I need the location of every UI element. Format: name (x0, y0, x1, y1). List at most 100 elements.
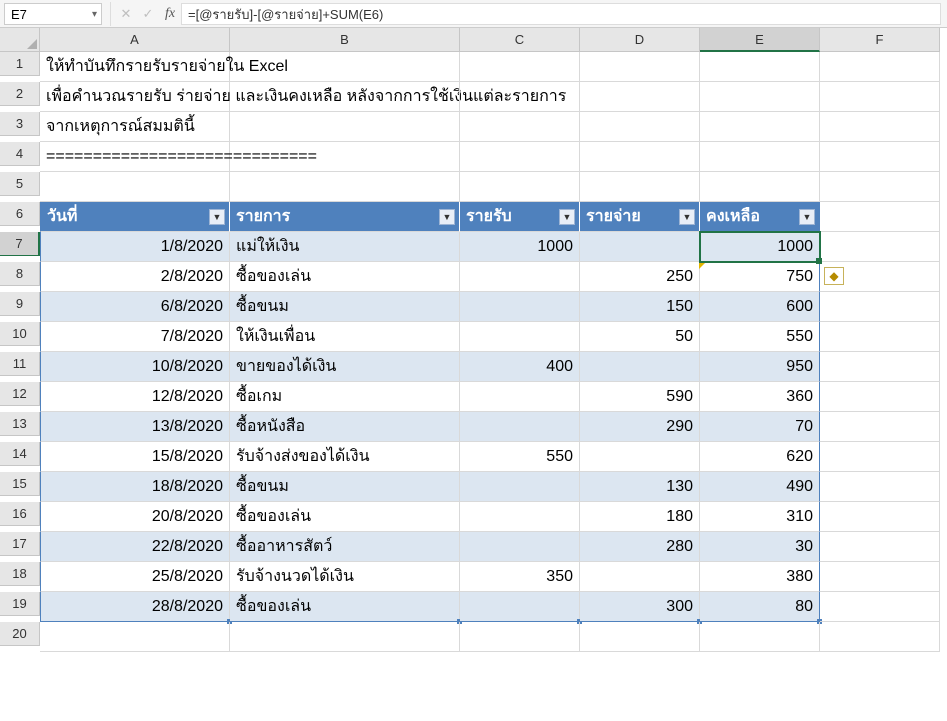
filter-dropdown-icon[interactable]: ▼ (799, 209, 815, 225)
cell-balance[interactable]: 70 (700, 412, 820, 442)
select-all-corner[interactable] (0, 28, 40, 52)
cell[interactable] (820, 352, 940, 382)
cell[interactable] (580, 112, 700, 142)
cell-item[interactable]: ซื้อของเล่น (230, 502, 460, 532)
cell-item[interactable]: ซื้อของเล่น (230, 262, 460, 292)
row-header-9[interactable]: 9 (0, 292, 40, 316)
cell-expense[interactable]: 590 (580, 382, 700, 412)
row-header-1[interactable]: 1 (0, 52, 40, 76)
cell-expense[interactable]: 130 (580, 472, 700, 502)
cell[interactable] (580, 142, 700, 172)
cell[interactable] (230, 52, 460, 82)
cell[interactable] (230, 112, 460, 142)
formula-input[interactable]: =[@รายรับ]-[@รายจ่าย]+SUM(E6) (181, 3, 941, 25)
cell-income[interactable] (460, 292, 580, 322)
cell-date[interactable]: 2/8/2020 (40, 262, 230, 292)
cell[interactable] (700, 142, 820, 172)
cell[interactable]: ให้ทำบันทึกรายรับรายจ่ายใน Excel (40, 52, 230, 82)
row-header-15[interactable]: 15 (0, 472, 40, 496)
cell-date[interactable]: 13/8/2020 (40, 412, 230, 442)
cell-income[interactable]: 400 (460, 352, 580, 382)
cell-expense[interactable]: 250 (580, 262, 700, 292)
cell[interactable] (820, 82, 940, 112)
cell[interactable] (820, 532, 940, 562)
row-header-11[interactable]: 11 (0, 352, 40, 376)
filter-dropdown-icon[interactable]: ▼ (679, 209, 695, 225)
cell[interactable] (460, 142, 580, 172)
cell[interactable] (700, 82, 820, 112)
cell-expense[interactable] (580, 442, 700, 472)
cell-expense[interactable] (580, 232, 700, 262)
cell[interactable] (820, 52, 940, 82)
cell[interactable]: ============================= (40, 142, 230, 172)
cell[interactable] (820, 382, 940, 412)
cell-income[interactable] (460, 382, 580, 412)
fx-icon[interactable]: fx (159, 3, 181, 25)
cell[interactable] (580, 622, 700, 652)
cell[interactable] (820, 202, 940, 232)
table-header[interactable]: วันที่▼ (40, 202, 230, 232)
cell-date[interactable]: 12/8/2020 (40, 382, 230, 412)
row-header-16[interactable]: 16 (0, 502, 40, 526)
cell[interactable] (460, 172, 580, 202)
cell-item[interactable]: รับจ้างส่งของได้เงิน (230, 442, 460, 472)
cell-item[interactable]: รับจ้างนวดได้เงิน (230, 562, 460, 592)
cell[interactable]: ◆ (820, 262, 940, 292)
cell-income[interactable]: 350 (460, 562, 580, 592)
col-header-B[interactable]: B (230, 28, 460, 52)
row-header-17[interactable]: 17 (0, 532, 40, 556)
cell-date[interactable]: 22/8/2020 (40, 532, 230, 562)
cell-date[interactable]: 6/8/2020 (40, 292, 230, 322)
row-header-10[interactable]: 10 (0, 322, 40, 346)
cell-item[interactable]: ซื้อขนม (230, 472, 460, 502)
cell-income[interactable] (460, 262, 580, 292)
cell[interactable] (230, 172, 460, 202)
cell-item[interactable]: ขายของได้เงิน (230, 352, 460, 382)
cell-balance[interactable]: 750 (700, 262, 820, 292)
cell[interactable] (580, 52, 700, 82)
cell[interactable] (700, 52, 820, 82)
cell-date[interactable]: 1/8/2020 (40, 232, 230, 262)
cell[interactable] (820, 172, 940, 202)
cell-expense[interactable]: 50 (580, 322, 700, 352)
cell-income[interactable] (460, 532, 580, 562)
spreadsheet-grid[interactable]: ABCDEF1ให้ทำบันทึกรายรับรายจ่ายใน Excel2… (0, 28, 947, 652)
cell-income[interactable] (460, 472, 580, 502)
cell-date[interactable]: 15/8/2020 (40, 442, 230, 472)
cell-expense[interactable]: 280 (580, 532, 700, 562)
cell[interactable] (820, 412, 940, 442)
table-header[interactable]: รายจ่าย▼ (580, 202, 700, 232)
cell-expense[interactable] (580, 562, 700, 592)
cell-income[interactable] (460, 412, 580, 442)
cell-date[interactable]: 10/8/2020 (40, 352, 230, 382)
cell-date[interactable]: 25/8/2020 (40, 562, 230, 592)
cell-balance[interactable]: 30 (700, 532, 820, 562)
cell-balance[interactable]: 380 (700, 562, 820, 592)
cell[interactable] (460, 112, 580, 142)
cell[interactable]: เพื่อคำนวณรายรับ ร่ายจ่าย และเงินคงเหลือ… (40, 82, 230, 112)
cell[interactable]: จากเหตุการณ์สมมตินี้ (40, 112, 230, 142)
row-header-6[interactable]: 6 (0, 202, 40, 226)
filter-dropdown-icon[interactable]: ▼ (559, 209, 575, 225)
cell[interactable] (580, 172, 700, 202)
cell-item[interactable]: แม่ให้เงิน (230, 232, 460, 262)
row-header-19[interactable]: 19 (0, 592, 40, 616)
cell[interactable] (230, 82, 460, 112)
cell-balance[interactable]: 950 (700, 352, 820, 382)
cell[interactable] (820, 442, 940, 472)
col-header-A[interactable]: A (40, 28, 230, 52)
filter-dropdown-icon[interactable]: ▼ (209, 209, 225, 225)
row-header-7[interactable]: 7 (0, 232, 40, 256)
row-header-3[interactable]: 3 (0, 112, 40, 136)
cell[interactable] (460, 82, 580, 112)
cell-expense[interactable]: 180 (580, 502, 700, 532)
cell-date[interactable]: 20/8/2020 (40, 502, 230, 532)
cell-balance[interactable]: 550 (700, 322, 820, 352)
row-header-13[interactable]: 13 (0, 412, 40, 436)
cell-date[interactable]: 28/8/2020 (40, 592, 230, 622)
cell-item[interactable]: ซื้อขนม (230, 292, 460, 322)
cell[interactable] (820, 322, 940, 352)
table-header[interactable]: คงเหลือ▼ (700, 202, 820, 232)
cell[interactable] (230, 622, 460, 652)
cell-balance[interactable]: 80 (700, 592, 820, 622)
